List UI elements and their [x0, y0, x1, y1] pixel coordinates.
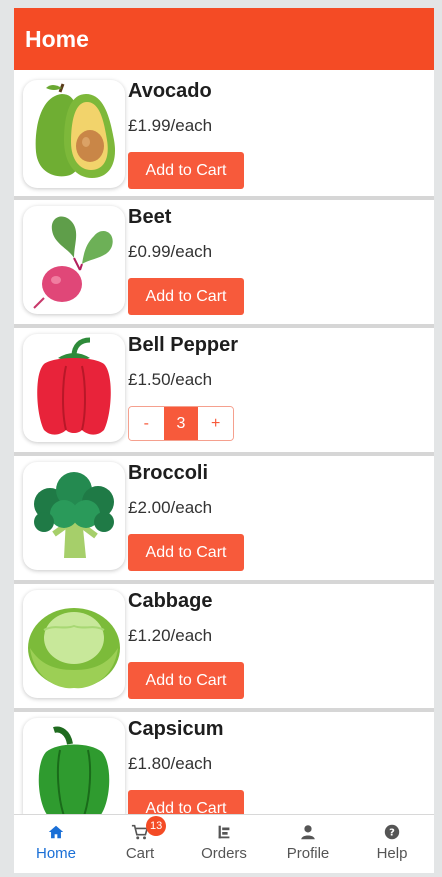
decrease-quantity-button[interactable]: -	[129, 407, 164, 440]
product-price: £1.99/each	[128, 116, 213, 135]
profile-icon	[301, 825, 315, 840]
nav-label: Home	[35, 845, 76, 862]
bottom-navigation: Home 13 Cart Orders Profile ? Help	[14, 814, 434, 873]
cabbage-icon	[23, 590, 125, 698]
beet-icon	[23, 206, 125, 314]
product-price: £1.80/each	[128, 754, 213, 773]
add-to-cart-button[interactable]: Add to Cart	[128, 534, 244, 571]
product-price: £1.50/each	[128, 370, 213, 389]
nav-label: Profile	[286, 845, 330, 862]
avocado-icon	[23, 80, 125, 188]
nav-label: Help	[376, 845, 408, 862]
quantity-value: 3	[163, 407, 199, 440]
cart-count-badge: 13	[146, 816, 167, 836]
product-card: Avocado £1.99/each Add to Cart	[14, 74, 434, 200]
nav-label: Orders	[201, 845, 247, 862]
product-name: Broccoli	[128, 462, 209, 484]
nav-cart[interactable]: 13 Cart	[98, 815, 182, 873]
bell-pepper-icon	[23, 334, 125, 442]
product-name: Capsicum	[128, 718, 224, 740]
nav-home[interactable]: Home	[14, 815, 98, 873]
app-header: Home	[14, 8, 434, 70]
broccoli-icon	[23, 462, 125, 570]
product-name: Beet	[128, 206, 172, 228]
nav-help[interactable]: ? Help	[350, 815, 434, 873]
help-icon: ?	[384, 824, 400, 840]
app-frame: Home Avocado £1.99/each Add to Cart Beet…	[14, 8, 434, 873]
orders-icon	[218, 825, 230, 839]
product-card: Broccoli £2.00/each Add to Cart	[14, 456, 434, 584]
increase-quantity-button[interactable]: +	[198, 407, 233, 440]
quantity-stepper: - 3 +	[128, 406, 234, 441]
home-icon	[48, 825, 64, 839]
product-name: Bell Pepper	[128, 334, 239, 356]
product-card: Capsicum £1.80/each Add to Cart	[14, 712, 434, 814]
product-price: £0.99/each	[128, 242, 213, 261]
add-to-cart-button[interactable]: Add to Cart	[128, 152, 244, 189]
product-name: Avocado	[128, 80, 212, 102]
product-card: Cabbage £1.20/each Add to Cart	[14, 584, 434, 712]
product-list[interactable]: Avocado £1.99/each Add to Cart Beet £0.9…	[14, 74, 434, 814]
svg-text:?: ?	[389, 828, 395, 839]
capsicum-icon	[23, 718, 125, 814]
product-price: £2.00/each	[128, 498, 213, 517]
product-price: £1.20/each	[128, 626, 213, 645]
add-to-cart-button[interactable]: Add to Cart	[128, 790, 244, 814]
nav-profile[interactable]: Profile	[266, 815, 350, 873]
nav-label: Cart	[125, 845, 155, 862]
product-card: Bell Pepper £1.50/each - 3 +	[14, 328, 434, 456]
product-card: Beet £0.99/each Add to Cart	[14, 200, 434, 328]
add-to-cart-button[interactable]: Add to Cart	[128, 278, 244, 315]
nav-orders[interactable]: Orders	[182, 815, 266, 873]
page-title: Home	[25, 26, 89, 52]
add-to-cart-button[interactable]: Add to Cart	[128, 662, 244, 699]
product-name: Cabbage	[128, 590, 213, 612]
